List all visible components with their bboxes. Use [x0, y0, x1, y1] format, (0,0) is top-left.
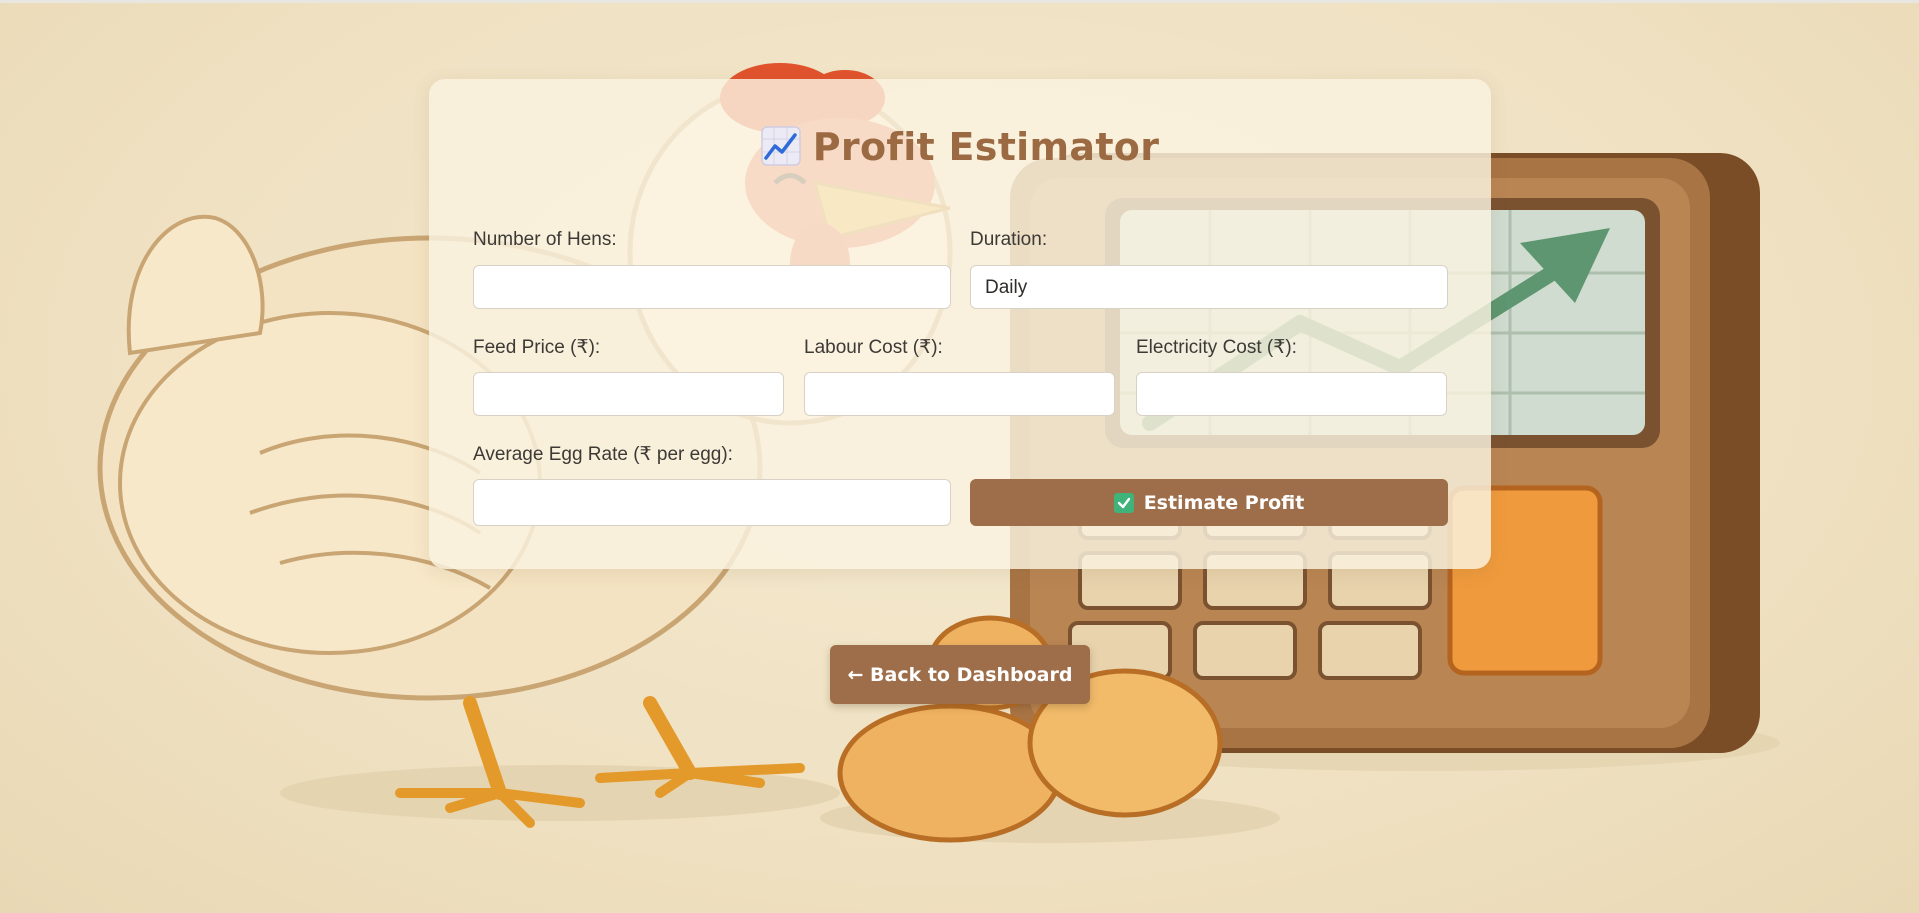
back-to-dashboard-button[interactable]: ← Back to Dashboard — [830, 645, 1090, 704]
chart-increasing-icon — [761, 126, 801, 166]
hens-input[interactable] — [473, 265, 951, 309]
estimate-profit-label: Estimate Profit — [1143, 491, 1305, 514]
electricity-cost-label: Electricity Cost (₹): — [1136, 337, 1297, 358]
feed-price-label: Feed Price (₹): — [473, 337, 601, 358]
page-title: Profit Estimator — [429, 125, 1491, 169]
duration-select[interactable]: Daily — [970, 265, 1448, 309]
electricity-cost-input[interactable] — [1136, 372, 1447, 416]
duration-label: Duration: — [970, 229, 1048, 250]
labour-cost-input[interactable] — [804, 372, 1115, 416]
egg-rate-input[interactable] — [473, 479, 951, 526]
estimate-profit-button[interactable]: Estimate Profit — [970, 479, 1448, 526]
hens-label: Number of Hens: — [473, 229, 617, 250]
feed-price-input[interactable] — [473, 372, 784, 416]
page-title-text: Profit Estimator — [812, 125, 1160, 169]
check-mark-icon — [1113, 492, 1134, 513]
labour-cost-label: Labour Cost (₹): — [804, 337, 943, 358]
egg-rate-label: Average Egg Rate (₹ per egg): — [473, 444, 733, 465]
profit-estimator-card: Profit Estimator Number of Hens: Duratio… — [429, 79, 1491, 569]
